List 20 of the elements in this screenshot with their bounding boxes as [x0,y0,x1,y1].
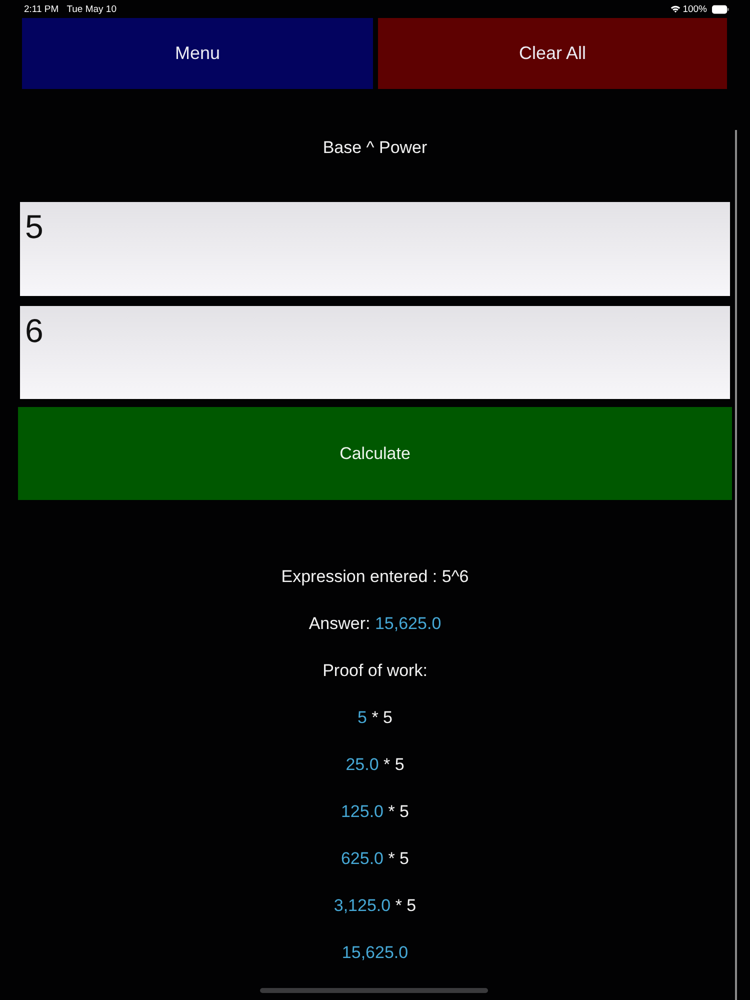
number-field[interactable]: 6 [20,306,730,399]
page-title: Base ^ Power [322,138,428,158]
expression-text: Expression entered : 5^6 [281,566,469,588]
battery-percent: 100% [682,4,707,14]
answer-text: Answer: 15,625.0 [308,613,442,635]
proof-step: 125.0 * 5 [340,788,410,835]
status-date: Tue May 10 [66,4,116,14]
wifi-icon [670,5,681,13]
menu-button[interactable]: Menu [22,18,373,89]
proof-step: 625.0 * 5 [340,835,410,882]
proof-step: 25.0 * 5 [346,741,404,788]
battery-icon [712,4,729,14]
proof-step: 5 * 5 [358,694,392,741]
proof-step: 15,625.0 [342,929,408,976]
calculate-button[interactable]: Calculate [18,407,732,500]
clear-all-button[interactable]: Clear All [378,18,727,89]
proof-step: 3,125.0 * 5 [334,882,416,929]
proof-heading: Proof of work: [322,660,428,682]
number-field[interactable]: 5 [20,202,730,296]
status-time: 2:11 PM [24,4,59,14]
